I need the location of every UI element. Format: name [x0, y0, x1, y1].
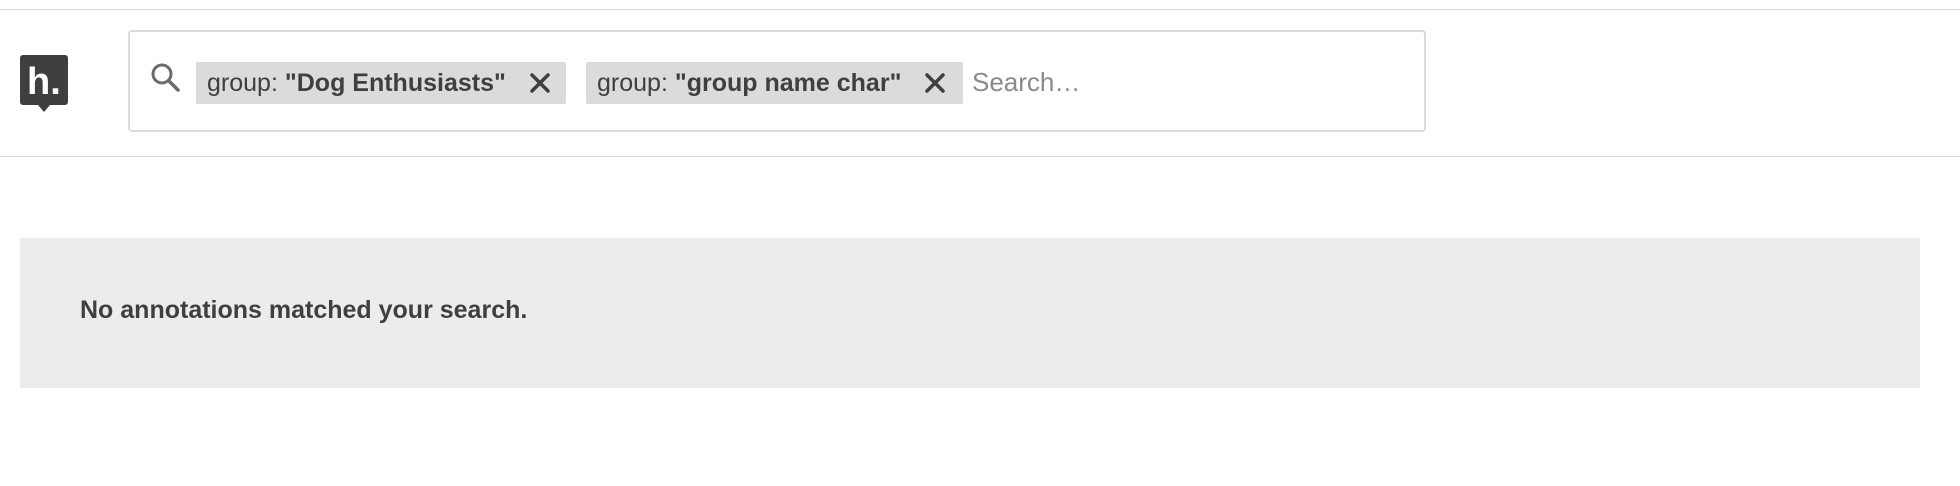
filter-chip-key: group:: [597, 68, 668, 97]
filter-chip-group: group: "group name char": [586, 62, 963, 104]
search-bar[interactable]: group: "Dog Enthusiasts" group: "group n…: [128, 30, 1426, 132]
filter-chip-group: group: "Dog Enthusiasts": [196, 62, 566, 104]
top-bar: h. group: "Dog Enthusiasts" group: "grou…: [0, 10, 1960, 157]
search-input[interactable]: [972, 58, 1402, 106]
filter-chip-value: "group name char": [674, 68, 902, 97]
empty-results-message: No annotations matched your search.: [80, 296, 528, 324]
close-icon[interactable]: [921, 69, 949, 97]
close-icon[interactable]: [526, 69, 554, 97]
results-panel: No annotations matched your search.: [20, 238, 1920, 388]
filter-chip-key: group:: [207, 68, 278, 97]
logo-text: h.: [27, 61, 61, 103]
filter-chip-value: "Dog Enthusiasts": [284, 68, 506, 97]
search-icon: [148, 60, 184, 96]
hypothesis-logo-icon[interactable]: h.: [20, 55, 68, 115]
